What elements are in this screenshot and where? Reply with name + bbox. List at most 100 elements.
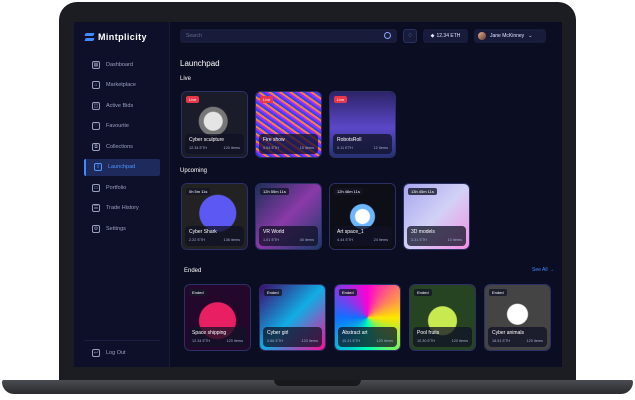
sidebar-item-label: Collections: [106, 143, 133, 150]
nft-title: Cyber girl: [267, 330, 289, 336]
nft-card[interactable]: Live Cyber sculpture 12.34 ETH 120 items: [181, 91, 248, 158]
nft-card[interactable]: 12h 55m 11s VR World 1.01 ETH 40 items: [255, 183, 322, 250]
nft-title: Cyber Shark: [189, 229, 217, 235]
nft-price: 12.34 ETH: [189, 146, 208, 150]
nft-price: 9.54 ETH: [263, 146, 280, 150]
bell-icon[interactable]: ♢: [403, 29, 417, 43]
nft-items: 10 items: [447, 238, 462, 242]
live-badge: Live: [186, 96, 200, 103]
countdown-badge: 12h 46m 11s: [334, 188, 363, 195]
nft-card[interactable]: Live RobotsRoll 0.11 ETH 12 items: [329, 91, 396, 158]
sidebar-item-active-bids[interactable]: ◫ Active Bids: [84, 97, 160, 114]
nft-price: 12.34 ETH: [192, 339, 211, 343]
nft-items: 120 items: [223, 146, 240, 150]
search-input[interactable]: Search: [180, 29, 397, 43]
live-badge: Live: [260, 96, 274, 103]
nft-meta: 10.21 ETH 120 items: [342, 339, 393, 343]
nft-items: 120 items: [526, 339, 543, 343]
nft-price: 0.11 ETH: [337, 146, 353, 150]
collections-icon: ⧉: [92, 142, 100, 151]
nft-items: 120 items: [376, 339, 393, 343]
nft-card[interactable]: 0h 5m 11s Cyber Shark 2.22 ETH 136 items: [181, 183, 248, 250]
nft-meta: 12.34 ETH 120 items: [192, 339, 243, 343]
sidebar-item-launchpad[interactable]: ⇧ Launchpad: [84, 158, 160, 176]
sidebar-item-trade-history[interactable]: ☰ Trade History: [84, 200, 160, 217]
sidebar-item-label: Trade History: [106, 205, 139, 211]
nft-card[interactable]: Ended Pool fruits 10.30 ETH 120 items: [409, 284, 476, 351]
nft-meta: 3.31 ETH 10 items: [411, 238, 462, 242]
nft-title: Abstract art: [342, 330, 368, 336]
avatar: [478, 32, 486, 40]
user-menu[interactable]: Jane McKinney ⌄: [474, 29, 546, 43]
nft-title: Cyber animals: [492, 330, 524, 336]
gavel-icon: ◫: [92, 101, 100, 110]
sidebar-item-marketplace[interactable]: ⌂ Marketplace: [84, 77, 160, 94]
nft-price: 4.44 ETH: [337, 238, 354, 242]
sidebar-item-label: Launchpad: [108, 164, 136, 170]
logo[interactable]: Mintplicity: [84, 32, 147, 42]
wallet-balance[interactable]: ◆ 12.34 ETH: [423, 29, 468, 43]
sidebar-item-portfolio[interactable]: ▭ Portfolio: [84, 179, 160, 196]
nft-info: Abstract art 10.21 ETH 120 items: [338, 327, 397, 347]
countdown-badge: 13h 45m 11s: [408, 188, 437, 195]
rocket-icon: ⇧: [94, 163, 102, 171]
nft-info: Cyber girl 0.66 ETH 120 items: [263, 327, 322, 347]
nft-meta: 1.01 ETH 40 items: [263, 238, 314, 242]
sidebar-item-settings[interactable]: ⚙ Settings: [84, 220, 160, 237]
nft-info: Art space_1 4.44 ETH 24 items: [333, 226, 392, 246]
sidebar: Mintplicity ▦ Dashboard ⌂ Marketplace ◫ Act…: [74, 22, 170, 367]
logout-icon: ↩: [92, 349, 100, 357]
nft-items: 120 items: [451, 339, 468, 343]
nft-card[interactable]: Ended Cyber girl 0.66 ETH 120 items: [259, 284, 326, 351]
live-section-title: Live: [180, 76, 192, 82]
sidebar-item-label: Dashboard: [106, 61, 133, 68]
nft-meta: 4.44 ETH 24 items: [337, 238, 388, 242]
nft-meta: 9.54 ETH 15 items: [263, 146, 314, 150]
brand-name: Mintplicity: [98, 32, 147, 42]
upcoming-section-title: Upcoming: [180, 168, 208, 174]
laptop-notch: [274, 380, 361, 386]
countdown-badge: 12h 55m 11s: [260, 188, 289, 195]
user-name: Jane McKinney: [490, 33, 525, 39]
heart-icon: ♡: [92, 122, 100, 130]
ended-section-title: Ended: [184, 268, 202, 274]
sidebar-item-dashboard[interactable]: ▦ Dashboard: [84, 56, 160, 73]
nft-info: Cyber animals 18.51 ETH 120 items: [488, 327, 547, 347]
nft-price: 2.22 ETH: [189, 238, 206, 242]
nft-items: 40 items: [299, 238, 314, 242]
logo-icon: [84, 33, 94, 42]
nft-card[interactable]: Ended Abstract art 10.21 ETH 120 items: [334, 284, 401, 351]
sidebar-item-collections[interactable]: ⧉ Collections: [84, 138, 160, 155]
nft-title: Art space_1: [337, 229, 364, 235]
nft-card[interactable]: Ended Cyber animals 18.51 ETH 120 items: [484, 284, 551, 351]
nft-info: Cyber Shark 2.22 ETH 136 items: [185, 226, 244, 246]
nft-info: VR World 1.01 ETH 40 items: [259, 226, 318, 246]
nft-info: Cyber sculpture 12.34 ETH 120 items: [185, 134, 244, 154]
search-icon[interactable]: [384, 32, 391, 39]
sidebar-item-favourite[interactable]: ♡ Favourite: [84, 118, 160, 135]
live-badge: Live: [334, 96, 348, 103]
gear-icon: ⚙: [92, 224, 100, 233]
nft-items: 120 items: [301, 339, 318, 343]
nft-info: 3D models 3.31 ETH 10 items: [407, 226, 466, 246]
nft-title: 3D models: [411, 229, 435, 235]
nft-price: 18.51 ETH: [492, 339, 511, 343]
nft-meta: 0.66 ETH 120 items: [267, 339, 318, 343]
nft-card[interactable]: 13h 45m 11s 3D models 3.31 ETH 10 items: [403, 183, 470, 250]
nft-title: Fire show: [263, 137, 285, 143]
logout-button[interactable]: ↩ Log Out: [84, 340, 160, 357]
nft-card[interactable]: 12h 46m 11s Art space_1 4.44 ETH 24 items: [329, 183, 396, 250]
app-screen: Mintplicity ▦ Dashboard ⌂ Marketplace ◫ Act…: [74, 22, 562, 367]
nft-meta: 18.51 ETH 120 items: [492, 339, 543, 343]
sidebar-item-label: Active Bids: [106, 102, 134, 109]
nft-price: 0.66 ETH: [267, 339, 284, 343]
nft-card[interactable]: Live Fire show 9.54 ETH 15 items: [255, 91, 322, 158]
ended-badge: Ended: [264, 289, 282, 296]
see-all-link[interactable]: See All →: [532, 267, 554, 273]
nft-title: Cyber sculpture: [189, 137, 225, 143]
sidebar-item-label: Favourite: [106, 123, 129, 129]
nft-items: 136 items: [223, 238, 240, 242]
ended-badge: Ended: [489, 289, 507, 296]
ended-badge: Ended: [189, 289, 207, 296]
nft-card[interactable]: Ended Space shipping 12.34 ETH 120 items: [184, 284, 251, 351]
